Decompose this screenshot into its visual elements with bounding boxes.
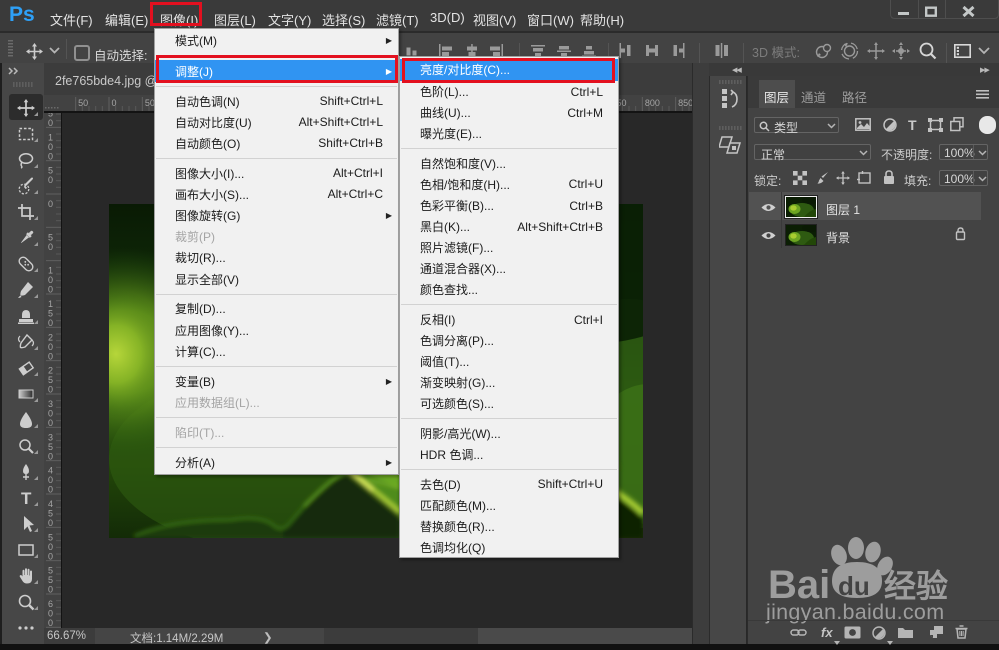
svg-text:0: 0 — [48, 242, 53, 252]
svg-text:50: 50 — [78, 98, 88, 108]
svg-text:0: 0 — [48, 618, 53, 628]
svg-text:0: 0 — [48, 475, 53, 485]
svg-text:0: 0 — [48, 142, 53, 152]
svg-text:0: 0 — [48, 518, 53, 528]
svg-text:2: 2 — [48, 332, 53, 342]
svg-text:4: 4 — [48, 499, 53, 509]
svg-text:0: 0 — [48, 542, 53, 552]
svg-text:2: 2 — [48, 366, 53, 376]
svg-text:0: 0 — [48, 551, 53, 561]
svg-text:800: 800 — [645, 98, 660, 108]
svg-text:1: 1 — [48, 132, 53, 142]
svg-text:6: 6 — [48, 599, 53, 609]
svg-text:0: 0 — [48, 385, 53, 395]
svg-text:5: 5 — [48, 308, 53, 318]
svg-text:5: 5 — [48, 508, 53, 518]
svg-text:0: 0 — [48, 175, 53, 185]
svg-text:经验: 经验 — [884, 568, 948, 604]
svg-text:0: 0 — [48, 408, 53, 418]
svg-text:0: 0 — [48, 451, 53, 461]
svg-text:0: 0 — [48, 485, 53, 495]
svg-text:0: 0 — [48, 118, 53, 128]
svg-text:5: 5 — [48, 232, 53, 242]
svg-text:4: 4 — [48, 466, 53, 476]
svg-text:0: 0 — [48, 418, 53, 428]
svg-text:3: 3 — [48, 399, 53, 409]
svg-text:5: 5 — [48, 566, 53, 576]
svg-text:0: 0 — [48, 608, 53, 618]
svg-text:5: 5 — [48, 166, 53, 176]
svg-text:1: 1 — [48, 299, 53, 309]
svg-text:5: 5 — [48, 532, 53, 542]
svg-text:0: 0 — [48, 585, 53, 595]
svg-text:850: 850 — [678, 98, 692, 108]
svg-text:0: 0 — [48, 285, 53, 295]
svg-text:1: 1 — [48, 266, 53, 276]
svg-text:0: 0 — [48, 318, 53, 328]
svg-text:T: T — [21, 489, 32, 508]
svg-text:0: 0 — [48, 275, 53, 285]
svg-text:0: 0 — [48, 151, 53, 161]
svg-text:5: 5 — [48, 442, 53, 452]
svg-text:5: 5 — [48, 375, 53, 385]
svg-text:0: 0 — [48, 342, 53, 352]
svg-text:5: 5 — [48, 575, 53, 585]
svg-text:0: 0 — [48, 351, 53, 361]
svg-text:du: du — [838, 571, 870, 601]
svg-text:0: 0 — [48, 199, 53, 209]
svg-text:3: 3 — [48, 432, 53, 442]
